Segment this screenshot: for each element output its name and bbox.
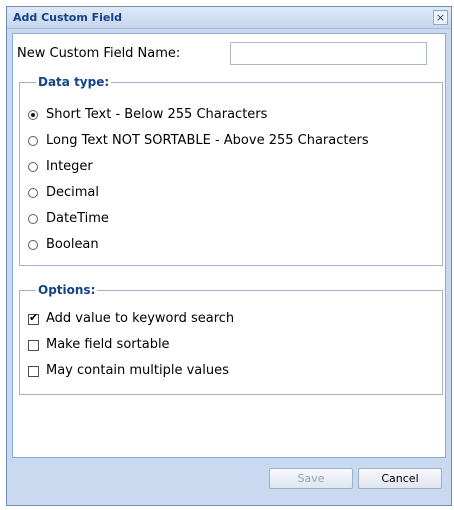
radio-label: Short Text - Below 255 Characters — [46, 107, 268, 122]
dialog-title: Add Custom Field — [13, 11, 123, 24]
checkmark-icon: ✔ — [29, 311, 39, 324]
dialog-body: New Custom Field Name: Data type: Short … — [12, 33, 446, 458]
checkbox[interactable] — [28, 340, 39, 351]
field-name-input[interactable] — [230, 42, 427, 65]
radio-label: Decimal — [46, 185, 100, 200]
close-icon[interactable]: × — [433, 10, 448, 25]
dialog-titlebar: Add Custom Field × — [7, 7, 451, 29]
checkbox-label: May contain multiple values — [46, 363, 229, 378]
checkbox-label: Make field sortable — [46, 337, 170, 352]
radio-label: Long Text NOT SORTABLE - Above 255 Chara… — [46, 133, 369, 148]
cancel-button[interactable]: Cancel — [358, 468, 442, 489]
options-group: Options: ✔ Add value to keyword search M… — [19, 283, 443, 395]
button-bar: Save Cancel — [7, 458, 451, 506]
radio-button[interactable] — [28, 110, 38, 120]
radio-button[interactable] — [28, 214, 38, 224]
checkbox[interactable] — [28, 366, 39, 377]
radio-button[interactable] — [28, 136, 38, 146]
data-type-group: Data type: Short Text - Below 255 Charac… — [19, 75, 443, 266]
radio-button[interactable] — [28, 188, 38, 198]
radio-button[interactable] — [28, 240, 38, 250]
radio-selected-dot — [31, 113, 35, 117]
field-name-label: New Custom Field Name: — [17, 46, 181, 61]
save-button[interactable]: Save — [269, 468, 353, 489]
data-type-legend: Data type: — [36, 75, 112, 89]
add-custom-field-dialog: Add Custom Field × New Custom Field Name… — [6, 6, 452, 506]
options-legend: Options: — [36, 283, 98, 297]
radio-label: DateTime — [46, 211, 109, 226]
radio-label: Integer — [46, 159, 93, 174]
radio-label: Boolean — [46, 237, 99, 252]
checkbox-label: Add value to keyword search — [46, 311, 235, 326]
radio-button[interactable] — [28, 162, 38, 172]
checkbox[interactable]: ✔ — [28, 311, 39, 325]
